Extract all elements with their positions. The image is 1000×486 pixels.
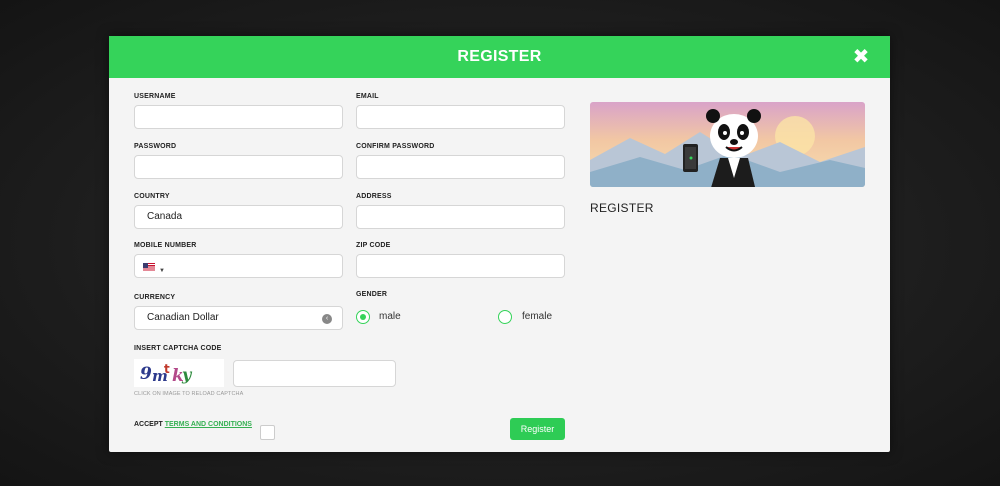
username-label: USERNAME	[134, 93, 176, 100]
zip-input[interactable]	[356, 254, 565, 278]
modal-header: REGISTER ✖	[109, 36, 890, 78]
password-input[interactable]	[134, 155, 343, 179]
gender-female-label: female	[522, 311, 553, 322]
address-label: ADDRESS	[356, 193, 392, 200]
svg-text:t: t	[164, 362, 170, 376]
svg-text:9: 9	[140, 364, 152, 384]
accept-terms-checkbox[interactable]	[260, 425, 275, 440]
modal-title: REGISTER	[457, 48, 542, 65]
zip-label: ZIP CODE	[356, 242, 391, 249]
us-flag-icon[interactable]	[143, 263, 155, 271]
confirm-password-label: CONFIRM PASSWORD	[356, 143, 435, 150]
gender-male-label: male	[379, 311, 401, 322]
country-select[interactable]: Canada	[134, 205, 343, 229]
username-input[interactable]	[134, 105, 343, 129]
chevron-left-icon[interactable]: ‹	[322, 314, 332, 324]
captcha-image[interactable]: 9 m t k y	[134, 359, 224, 387]
register-button[interactable]: Register	[510, 418, 565, 440]
captcha-hint: CLICK ON IMAGE TO RELOAD CAPTCHA	[134, 391, 244, 397]
close-icon[interactable]: ✖	[852, 47, 870, 67]
confirm-password-input[interactable]	[356, 155, 565, 179]
svg-text:y: y	[181, 365, 193, 384]
captcha-input[interactable]	[233, 360, 396, 387]
register-modal: REGISTER ✖	[109, 36, 890, 452]
side-title: REGISTER	[590, 201, 654, 215]
chevron-down-icon[interactable]: ▼	[159, 260, 165, 282]
password-label: PASSWORD	[134, 143, 177, 150]
captcha-label: INSERT CAPTCHA CODE	[134, 345, 222, 352]
address-input[interactable]	[356, 205, 565, 229]
terms-link[interactable]: TERMS AND CONDITIONS	[165, 421, 252, 428]
gender-label: GENDER	[356, 291, 388, 298]
email-label: EMAIL	[356, 93, 379, 100]
gender-male-radio[interactable]	[356, 310, 370, 324]
currency-value: Canadian Dollar	[147, 312, 219, 323]
accept-terms-text: ACCEPT TERMS AND CONDITIONS	[134, 421, 252, 428]
mobile-label: MOBILE NUMBER	[134, 242, 197, 249]
gender-female-radio[interactable]	[498, 310, 512, 324]
accept-prefix: ACCEPT	[134, 421, 165, 428]
panda-banner-image	[590, 102, 865, 187]
currency-label: CURRENCY	[134, 294, 176, 301]
email-input[interactable]	[356, 105, 565, 129]
mobile-input[interactable]: ▼	[134, 254, 343, 278]
currency-select[interactable]: Canadian Dollar ‹	[134, 306, 343, 330]
country-label: COUNTRY	[134, 193, 170, 200]
